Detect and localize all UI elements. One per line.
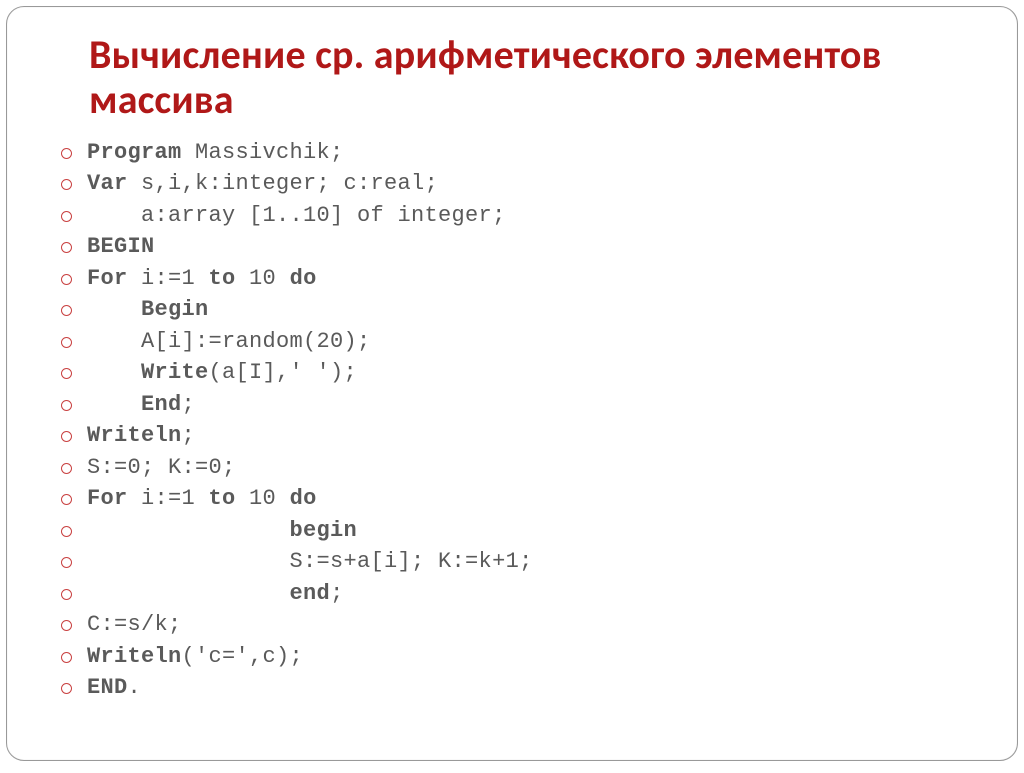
keyword: to — [209, 266, 236, 291]
code-line: BEGIN — [59, 231, 983, 263]
code-line: A[i]:=random(20); — [59, 326, 983, 358]
keyword: Var — [87, 171, 128, 196]
code-line: begin — [59, 515, 983, 547]
keyword: END — [87, 675, 128, 700]
code-line: Begin — [59, 294, 983, 326]
code-line: Writeln('c=',c); — [59, 641, 983, 673]
code-line: Writeln; — [59, 420, 983, 452]
keyword: to — [209, 486, 236, 511]
keyword: Program — [87, 140, 182, 165]
code-line: Write(a[I],' '); — [59, 357, 983, 389]
keyword: do — [290, 486, 317, 511]
code-line: Program Massivchik; — [59, 137, 983, 169]
code-line: Var s,i,k:integer; c:real; — [59, 168, 983, 200]
code-line: S:=0; K:=0; — [59, 452, 983, 484]
code-line: end; — [59, 578, 983, 610]
code-list: Program Massivchik;Var s,i,k:integer; c:… — [59, 137, 983, 704]
keyword: Write — [141, 360, 209, 385]
keyword: For — [87, 486, 128, 511]
code-line: For i:=1 to 10 do — [59, 263, 983, 295]
keyword: end — [290, 581, 331, 606]
keyword: do — [290, 266, 317, 291]
code-line: For i:=1 to 10 do — [59, 483, 983, 515]
keyword: Writeln — [87, 644, 182, 669]
keyword: begin — [290, 518, 358, 543]
code-line: S:=s+a[i]; K:=k+1; — [59, 546, 983, 578]
slide-frame: Вычисление ср. арифметического элементов… — [6, 6, 1018, 761]
slide-title: Вычисление ср. арифметического элементов… — [89, 33, 983, 123]
keyword: Writeln — [87, 423, 182, 448]
keyword: End — [141, 392, 182, 417]
keyword: For — [87, 266, 128, 291]
code-line: C:=s/k; — [59, 609, 983, 641]
keyword: BEGIN — [87, 234, 155, 259]
code-line: a:array [1..10] of integer; — [59, 200, 983, 232]
keyword: Begin — [141, 297, 209, 322]
code-line: End; — [59, 389, 983, 421]
code-line: END. — [59, 672, 983, 704]
